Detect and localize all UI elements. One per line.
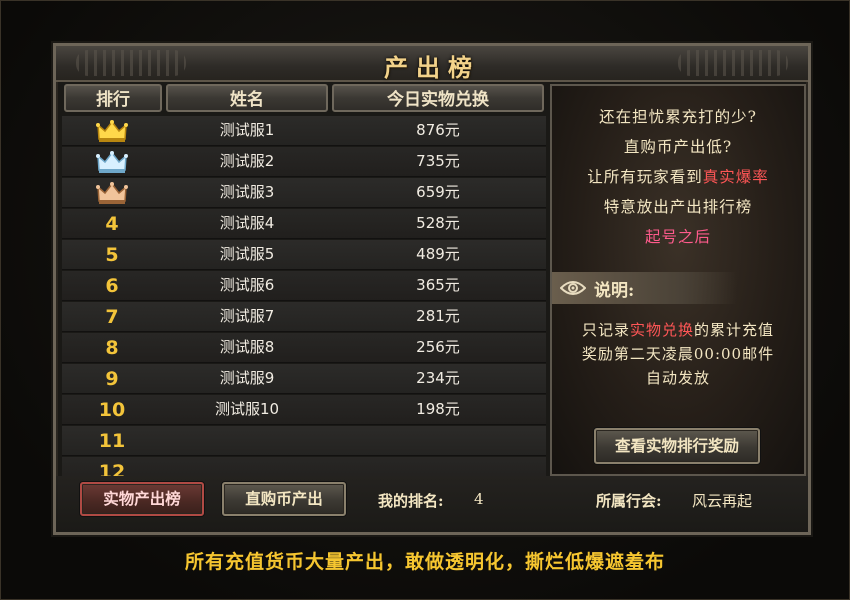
amount-cell: 256元 [416,338,460,356]
table-row: 8 测试服8 256元 [62,333,546,363]
panel-title: 产出榜 [384,53,480,82]
bronze-crown-icon [96,182,128,204]
player-name-cell: 测试服4 [219,214,275,232]
amount-cell: 489元 [416,245,460,263]
amount-cell: 234元 [416,369,460,387]
silver-crown-icon [96,151,128,173]
rank-cell: 7 [105,306,119,328]
table-row: 10 测试服10 198元 [62,395,546,425]
column-header-rank: 排行 [64,84,162,112]
rank-cell: 5 [105,244,119,266]
promo-line: 还在担忧累充打的少? [599,108,757,126]
player-name-cell: 测试服2 [219,152,275,170]
tab-real-output[interactable]: 实物产出榜 [80,482,204,516]
table-row: 7 测试服7 281元 [62,302,546,332]
explain-line: 自动发放 [645,369,710,387]
column-header-amount: 今日实物兑换 [332,84,544,112]
explain-line: 只记录实物兑换的累计充值 [552,318,804,342]
rank-cell: 4 [105,213,119,235]
rank-cell: 11 [98,430,126,452]
player-name-cell: 测试服7 [219,307,275,325]
rank-cell: 10 [98,399,126,421]
title-bar: 产出榜 [56,46,808,82]
game-window: 产出榜 排行 姓名 今日实物兑换 测试服1 876元 测试服2 735元 测试服3 659… [0,0,850,600]
rank-cell: 6 [105,275,119,297]
view-rewards-button[interactable]: 查看实物排行奖励 [594,428,760,464]
amount-cell: 659元 [416,183,460,201]
player-name-cell: 测试服9 [219,369,275,387]
explain-header: 说明: [552,272,737,304]
player-name-cell: 测试服3 [219,183,275,201]
column-header-name: 姓名 [166,84,328,112]
promo-text: 还在担忧累充打的少? 直购币产出低? 让所有玩家看到真实爆率 特意放出产出排行榜… [552,102,804,252]
promo-text-segment: 让所有玩家看到 [587,168,703,186]
explain-highlight: 实物兑换 [629,321,694,339]
amount-cell: 365元 [416,276,460,294]
rank-cell: 8 [105,337,119,359]
table-row: 9 测试服9 234元 [62,364,546,394]
explain-text-segment: 的累计充值 [694,321,775,339]
table-row: 4 测试服4 528元 [62,209,546,239]
table-row: 11 [62,426,546,456]
amount-cell: 281元 [416,307,460,325]
gold-crown-icon [96,120,128,142]
guild-value: 风云再起 [692,492,753,510]
amount-cell: 528元 [416,214,460,232]
table-row: 6 测试服6 365元 [62,271,546,301]
table-body: 测试服1 876元 测试服2 735元 测试服3 659元 4 测试服4 528元 5 测试服5 48… [62,116,546,488]
player-name-cell: 测试服8 [219,338,275,356]
explain-title: 说明: [594,281,635,301]
table-header: 排行 姓名 今日实物兑换 [62,82,546,114]
table-row: 测试服3 659元 [62,178,546,208]
amount-cell: 198元 [416,400,460,418]
info-panel: 还在担忧累充打的少? 直购币产出低? 让所有玩家看到真实爆率 特意放出产出排行榜… [550,84,806,476]
rank-cell: 9 [105,368,119,390]
promo-highlight: 起号之后 [644,228,711,246]
player-name-cell: 测试服1 [219,121,275,139]
leaderboard-panel: 产出榜 排行 姓名 今日实物兑换 测试服1 876元 测试服2 735元 测试服3 659… [53,43,811,535]
my-rank-label: 我的排名: [378,492,444,510]
explain-line: 奖励第二天凌晨00:00邮件 [581,345,775,363]
player-name-cell: 测试服10 [214,400,280,418]
table-row: 5 测试服5 489元 [62,240,546,270]
guild-label: 所属行会: [596,492,662,510]
bottom-bar: 实物产出榜 直购币产出 我的排名: 4 所属行会: 风云再起 [56,476,808,532]
amount-cell: 735元 [416,152,460,170]
table-row: 测试服1 876元 [62,116,546,146]
player-name-cell: 测试服5 [219,245,275,263]
amount-cell: 876元 [416,121,460,139]
player-name-cell: 测试服6 [219,276,275,294]
tab-coin-output[interactable]: 直购币产出 [222,482,346,516]
my-rank-value: 4 [474,490,484,508]
promo-line: 特意放出产出排行榜 [603,198,753,216]
footer-slogan: 所有充值货币大量产出，敢做透明化，撕烂低爆遮羞布 [184,551,665,573]
eye-icon [560,281,586,295]
promo-highlight: 真实爆率 [702,168,769,186]
promo-line: 直购币产出低? [623,138,733,156]
promo-line: 让所有玩家看到真实爆率 [552,162,804,192]
explain-text-segment: 只记录 [581,321,630,339]
table-row: 测试服2 735元 [62,147,546,177]
ranking-table: 排行 姓名 今日实物兑换 测试服1 876元 测试服2 735元 测试服3 659元 4 测试… [62,82,546,487]
explain-text: 只记录实物兑换的累计充值 奖励第二天凌晨00:00邮件 自动发放 [552,318,804,390]
